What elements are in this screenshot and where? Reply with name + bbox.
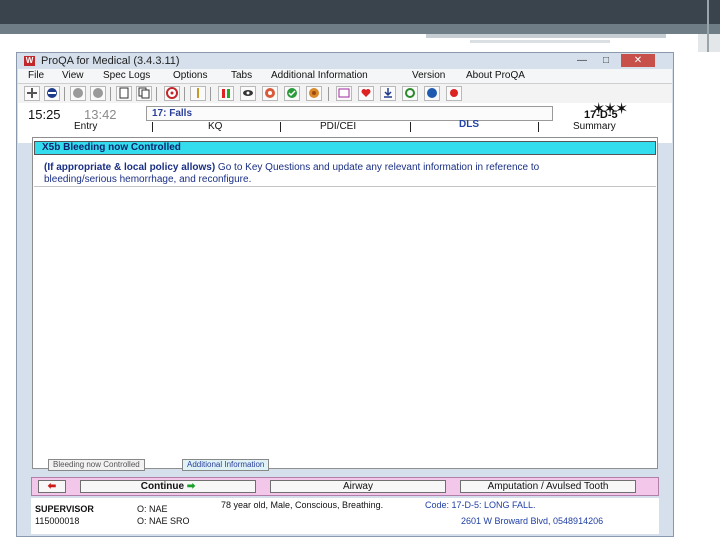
tab-divider xyxy=(538,122,539,132)
slide-corner-decoration xyxy=(698,34,720,52)
gear-icon[interactable] xyxy=(306,86,322,101)
phone2-icon[interactable] xyxy=(90,86,106,101)
minimize-button[interactable]: — xyxy=(571,54,593,67)
proqa-window: W ProQA for Medical (3.4.3.11) — □ ✕ Fil… xyxy=(16,52,674,537)
protocol-label: 17: Falls xyxy=(152,108,193,119)
menu-view[interactable]: View xyxy=(62,70,84,81)
toolbar-separator xyxy=(110,87,111,101)
continue-button[interactable]: Continue ➡ xyxy=(80,480,256,493)
amputation-button[interactable]: Amputation / Avulsed Tooth xyxy=(460,480,636,493)
screen-icon[interactable] xyxy=(336,86,352,101)
slide-header-strip xyxy=(0,24,720,34)
menu-version[interactable]: Version xyxy=(412,70,445,81)
slide-vertical-line xyxy=(707,0,709,52)
check-icon[interactable] xyxy=(284,86,300,101)
menu-spec-logs[interactable]: Spec Logs xyxy=(103,70,150,81)
arrow-right-icon: ➡ xyxy=(186,481,196,492)
menu-file[interactable]: File xyxy=(28,70,44,81)
maximize-button[interactable]: □ xyxy=(595,54,617,67)
toolbar xyxy=(18,83,672,105)
instruction-header-label: X5b Bleeding now Controlled xyxy=(42,142,181,153)
window-title: ProQA for Medical (3.4.3.11) xyxy=(41,55,180,67)
tab-kq[interactable]: KQ xyxy=(208,121,222,132)
tab-entry[interactable]: Entry xyxy=(74,121,97,132)
slide-accent-line xyxy=(426,34,666,38)
stoplight-icon[interactable] xyxy=(218,86,234,101)
tab-divider xyxy=(410,122,411,132)
pen-icon[interactable] xyxy=(190,86,206,101)
dls-content-panel: X5b Bleeding now Controlled (If appropri… xyxy=(32,137,658,469)
record-icon[interactable] xyxy=(446,86,462,101)
back-button[interactable]: ⬅ xyxy=(38,480,66,493)
toolbar-separator xyxy=(210,87,211,101)
action-bar: ⬅ Continue ➡ Airway Amputation / Avulsed… xyxy=(31,477,659,496)
determinant-code: 17-D-5 xyxy=(584,109,618,121)
plus-icon[interactable] xyxy=(24,86,40,101)
toolbar-separator xyxy=(64,87,65,101)
menu-tabs[interactable]: Tabs xyxy=(231,70,252,81)
instruction-condition: (If appropriate & local policy allows) xyxy=(44,162,216,173)
close-button[interactable]: ✕ xyxy=(621,54,655,67)
code-label: Code: 17-D-5: LONG FALL. xyxy=(425,500,536,510)
content-divider xyxy=(34,186,656,187)
menu-additional-information[interactable]: Additional Information xyxy=(271,70,368,81)
tab-summary[interactable]: Summary xyxy=(573,121,616,132)
menu-bar: File View Spec Logs Options Tabs Additio… xyxy=(18,69,672,83)
instruction-text: (If appropriate & local policy allows) G… xyxy=(44,162,604,186)
tab-divider xyxy=(152,122,153,132)
download-icon[interactable] xyxy=(380,86,396,101)
airway-button[interactable]: Airway xyxy=(270,480,446,493)
slide-header-bar xyxy=(0,0,720,24)
tab-row: Entry KQ PDI/CEI DLS Summary xyxy=(18,119,672,133)
copy-icon[interactable] xyxy=(136,86,152,101)
patient-summary: 78 year old, Male, Conscious, Breathing. xyxy=(221,500,384,510)
tab-divider xyxy=(280,122,281,132)
tab-bleeding-now-controlled[interactable]: Bleeding now Controlled xyxy=(48,459,145,471)
instruction-header: X5b Bleeding now Controlled xyxy=(34,141,656,155)
phone-icon[interactable] xyxy=(70,86,86,101)
target-icon[interactable] xyxy=(164,86,180,101)
menu-options[interactable]: Options xyxy=(173,70,207,81)
recycle-icon[interactable] xyxy=(402,86,418,101)
incident-address: 2601 W Broward Blvd, 0548914206 xyxy=(461,516,604,526)
document-icon[interactable] xyxy=(116,86,132,101)
status-field-1: O: NAE xyxy=(137,504,168,514)
slide-accent-line-2 xyxy=(470,40,610,43)
call-time: 13:42 xyxy=(84,107,117,122)
user-name: SUPERVISOR xyxy=(35,504,94,514)
tab-dls[interactable]: DLS xyxy=(459,119,479,130)
heart-icon[interactable] xyxy=(358,86,374,101)
toolbar-separator xyxy=(328,87,329,101)
fan-icon[interactable] xyxy=(262,86,278,101)
toolbar-separator xyxy=(156,87,157,101)
status-field-2: O: NAE SRO xyxy=(137,516,190,526)
help-icon[interactable] xyxy=(424,86,440,101)
eye-icon[interactable] xyxy=(240,86,256,101)
elapsed-time: 15:25 xyxy=(28,107,61,122)
toolbar-separator xyxy=(184,87,185,101)
protocol-field[interactable]: 17: Falls xyxy=(146,106,553,121)
menu-about[interactable]: About ProQA xyxy=(466,70,525,81)
app-icon: W xyxy=(24,56,35,66)
incident-number: 115000018 xyxy=(35,516,80,526)
status-area: SUPERVISOR 115000018 O: NAE O: NAE SRO 7… xyxy=(31,498,659,534)
bottom-tab-strip: Bleeding now Controlled Additional Infor… xyxy=(32,459,658,471)
continue-label: Continue xyxy=(140,481,185,492)
minus-icon[interactable] xyxy=(44,86,60,101)
tab-pdi-cei[interactable]: PDI/CEI xyxy=(320,121,356,132)
tab-additional-information[interactable]: Additional Information xyxy=(182,459,270,471)
title-bar: W ProQA for Medical (3.4.3.11) — □ ✕ xyxy=(17,53,673,69)
